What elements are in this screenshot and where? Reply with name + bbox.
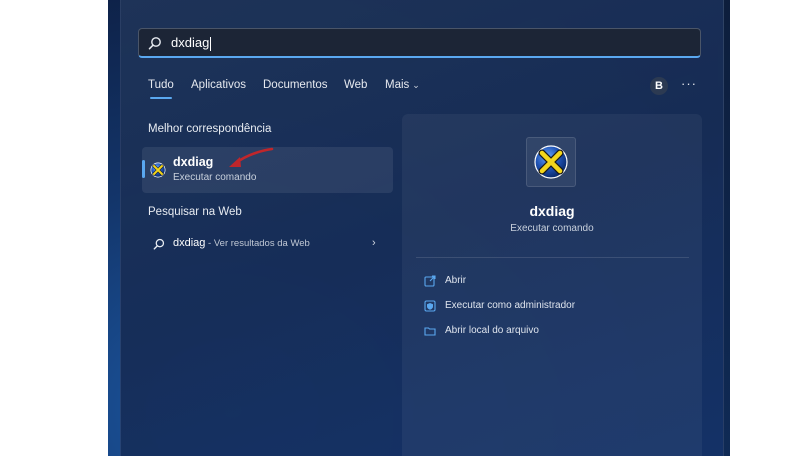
chevron-right-icon: › xyxy=(372,237,376,249)
tab-aplicativos[interactable]: Aplicativos xyxy=(191,79,246,91)
detail-app-subtitle: Executar comando xyxy=(510,223,594,234)
open-icon xyxy=(424,275,436,287)
search-input[interactable] xyxy=(138,28,701,58)
web-search-text: dxdiag - Ver resultados da Web xyxy=(173,237,310,249)
annotation-arrow-icon xyxy=(229,147,274,167)
action-open-label: Abrir xyxy=(445,275,467,286)
web-search-query: dxdiag xyxy=(173,237,206,249)
search-icon xyxy=(153,238,165,250)
web-search-suffix: - Ver resultados da Web xyxy=(205,238,310,249)
web-search-heading: Pesquisar na Web xyxy=(148,206,242,218)
action-open-file-location-label: Abrir local do arquivo xyxy=(445,325,539,336)
action-run-as-admin-label: Executar como administrador xyxy=(445,300,576,311)
dxdiag-app-icon xyxy=(534,145,568,179)
tab-mais[interactable]: Mais ⌄ xyxy=(385,79,420,91)
search-icon xyxy=(148,37,161,50)
selection-indicator xyxy=(142,160,145,178)
admin-shield-icon xyxy=(424,300,436,312)
detail-app-name: dxdiag xyxy=(529,203,575,219)
best-match-name: dxdiag xyxy=(173,155,214,169)
chevron-down-icon: ⌄ xyxy=(412,80,420,90)
more-options-icon[interactable]: ··· xyxy=(681,76,697,91)
tab-mais-label: Mais xyxy=(385,79,410,91)
divider xyxy=(416,257,689,258)
best-match-subtitle: Executar comando xyxy=(173,172,257,183)
tab-web[interactable]: Web xyxy=(344,79,367,91)
best-match-heading: Melhor correspondência xyxy=(148,123,272,135)
account-avatar[interactable]: B xyxy=(650,77,668,95)
tab-tudo[interactable]: Tudo xyxy=(148,79,174,99)
dxdiag-app-icon xyxy=(150,162,166,178)
search-input-value: dxdiag xyxy=(171,35,212,51)
tab-documentos[interactable]: Documentos xyxy=(263,79,328,91)
folder-icon xyxy=(424,327,436,336)
